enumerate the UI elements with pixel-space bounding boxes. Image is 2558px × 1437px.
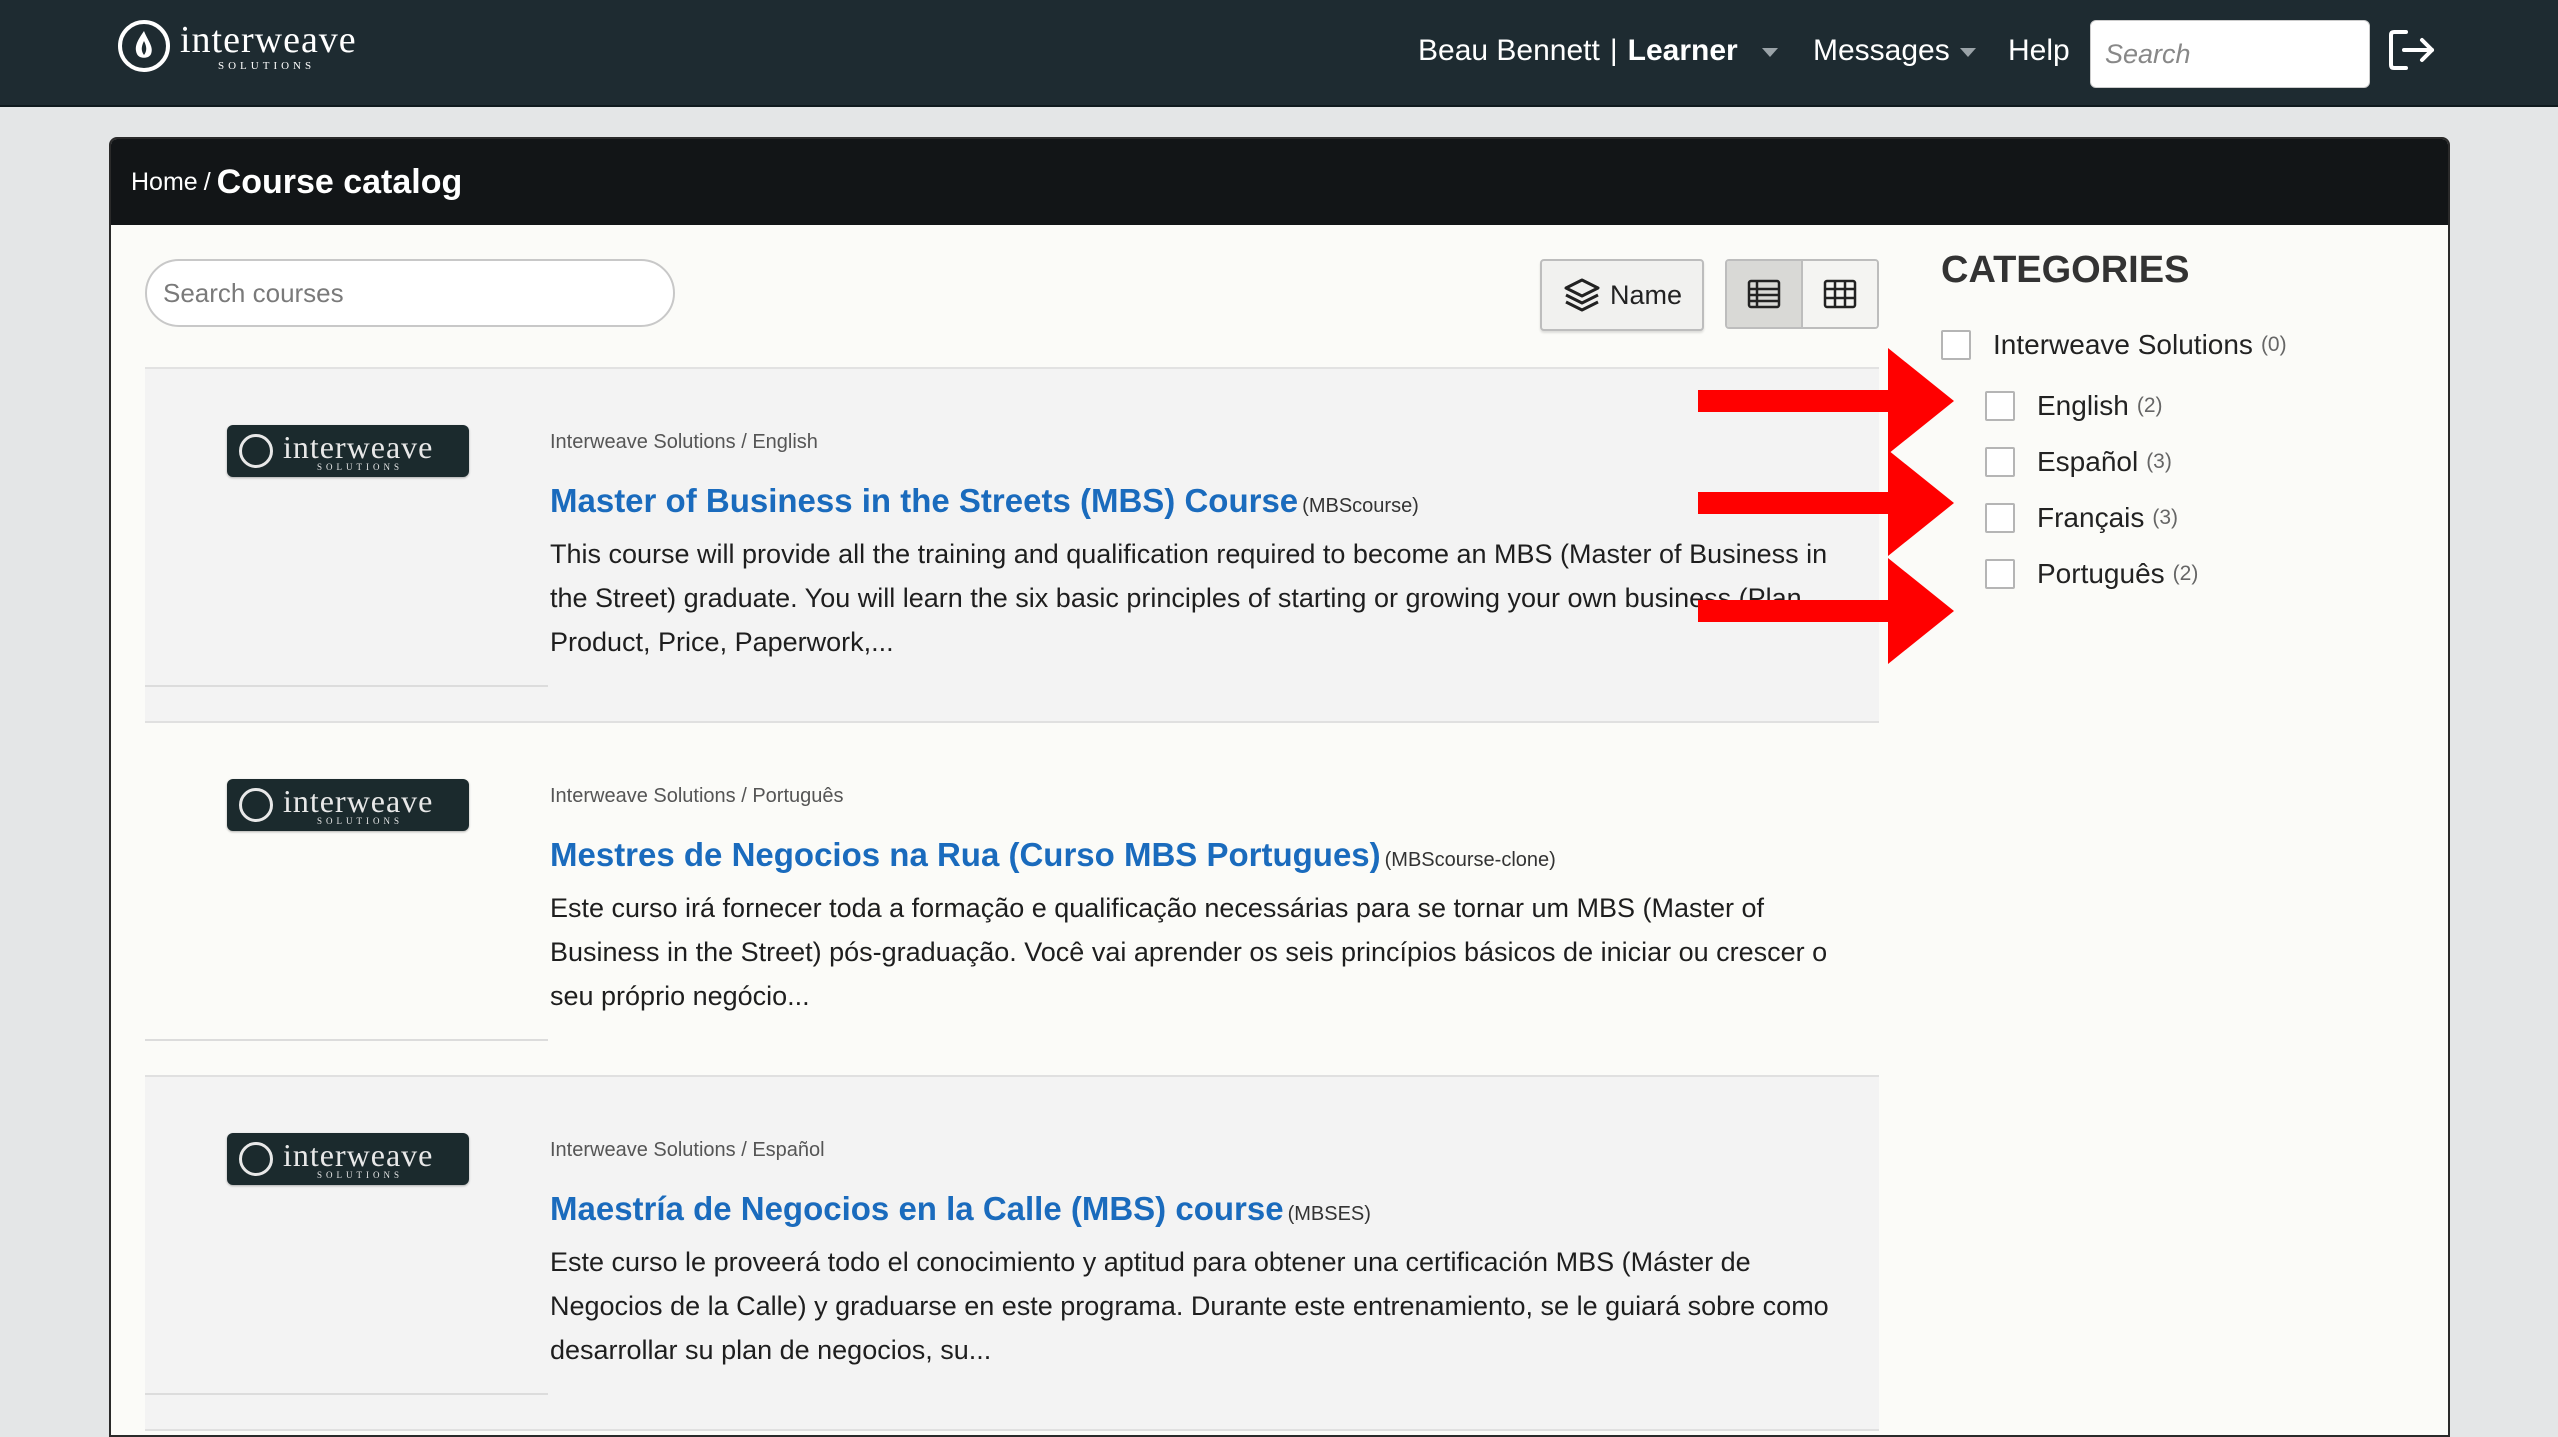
course-category: Interweave Solutions / Português	[550, 785, 844, 807]
course-category: Interweave Solutions / Español	[550, 1139, 825, 1161]
course-thumbnail[interactable]: interweave SOLUTIONS	[227, 779, 469, 831]
course-category: Interweave Solutions / English	[550, 431, 818, 453]
arrow-annotation-icon	[1698, 348, 1954, 454]
course-title-link[interactable]: Mestres de Negocios na Rua (Curso MBS Po…	[550, 836, 1381, 873]
category-count: (2)	[2172, 562, 2199, 585]
category-count: (3)	[2152, 506, 2179, 529]
caret-down-icon	[1959, 47, 1976, 57]
course-thumbnail[interactable]: interweave SOLUTIONS	[227, 425, 469, 477]
course-code: (MBSES)	[1287, 1203, 1371, 1225]
logo-wordmark: interweave	[180, 18, 357, 61]
list-view-button[interactable]	[1727, 261, 1803, 327]
logo-icon	[239, 788, 273, 822]
category-filter-english[interactable]: English (2)	[1985, 390, 2163, 422]
top-navbar: interweave SOLUTIONS Beau Bennett | Lear…	[0, 0, 2558, 107]
catalog-panel: Home / Course catalog Name	[109, 137, 2450, 1437]
category-filter-espanol[interactable]: Español (3)	[1985, 446, 2172, 478]
layers-icon	[1564, 278, 1600, 312]
course-row[interactable]: interweave SOLUTIONS Interweave Solution…	[145, 369, 1879, 723]
checkbox-icon[interactable]	[1985, 559, 2015, 589]
logout-icon[interactable]	[2388, 28, 2438, 72]
category-label: Interweave Solutions	[1993, 329, 2253, 360]
app-logo[interactable]: interweave SOLUTIONS	[118, 20, 357, 72]
help-link[interactable]: Help	[2008, 26, 2070, 76]
category-filter-portugues[interactable]: Português (2)	[1985, 558, 2198, 590]
help-label: Help	[2008, 34, 2070, 67]
messages-label: Messages	[1813, 34, 1950, 67]
breadcrumb-home-link[interactable]: Home	[131, 168, 198, 197]
category-label: Español	[2037, 446, 2139, 477]
checkbox-icon[interactable]	[1985, 391, 2015, 421]
global-search-input[interactable]	[2090, 20, 2370, 88]
logo-tagline: SOLUTIONS	[218, 59, 316, 72]
course-code: (MBScourse)	[1302, 495, 1419, 517]
logo-icon	[239, 434, 273, 468]
page-title: Course catalog	[216, 162, 463, 201]
categories-heading: CATEGORIES	[1941, 249, 2190, 291]
category-filter-interweave-solutions[interactable]: Interweave Solutions (0)	[1941, 329, 2287, 361]
course-row[interactable]: interweave SOLUTIONS Interweave Solution…	[145, 1077, 1879, 1431]
category-label: Français	[2037, 502, 2145, 533]
course-thumbnail[interactable]: interweave SOLUTIONS	[227, 1133, 469, 1185]
view-toggle	[1725, 259, 1879, 329]
sort-label: Name	[1609, 279, 1683, 310]
course-search-input[interactable]	[145, 259, 675, 327]
user-role-separator: |	[1609, 34, 1618, 67]
category-count: (3)	[2146, 450, 2172, 473]
user-name: Beau Bennett	[1418, 34, 1600, 67]
caret-down-icon	[1761, 47, 1778, 57]
logo-icon	[239, 1142, 273, 1176]
thumbnail-wordmark: interweave	[283, 1136, 434, 1173]
sort-by-name-button[interactable]: Name	[1540, 259, 1704, 331]
categories-sidebar: CATEGORIES Interweave Solutions (0) Engl…	[1941, 249, 2421, 589]
user-role: Learner	[1627, 34, 1738, 67]
course-description: This course will provide all the trainin…	[550, 539, 1828, 657]
list-view-icon	[1747, 279, 1781, 309]
category-label: Português	[2037, 558, 2165, 589]
checkbox-icon[interactable]	[1985, 447, 2015, 477]
category-filter-francais[interactable]: Français (3)	[1985, 502, 2178, 534]
user-menu[interactable]: Beau Bennett | Learner	[1418, 26, 1778, 76]
breadcrumb-separator: /	[203, 167, 211, 196]
arrow-annotation-icon	[1698, 558, 1954, 664]
course-row[interactable]: interweave SOLUTIONS Interweave Solution…	[145, 723, 1879, 1077]
course-description: Este curso le proveerá todo el conocimie…	[550, 1247, 1829, 1365]
course-description: Este curso irá fornecer toda a formação …	[550, 893, 1828, 1011]
course-list: interweave SOLUTIONS Interweave Solution…	[145, 367, 1879, 1431]
category-count: (2)	[2136, 394, 2163, 417]
messages-menu[interactable]: Messages	[1813, 26, 1976, 76]
grid-view-button[interactable]	[1803, 261, 1877, 327]
grid-view-icon	[1823, 279, 1857, 309]
thumbnail-wordmark: interweave	[283, 782, 434, 819]
arrow-annotation-icon	[1698, 450, 1954, 556]
breadcrumb: Home / Course catalog	[111, 139, 2448, 225]
category-count: (0)	[2260, 333, 2287, 356]
course-title-link[interactable]: Master of Business in the Streets (MBS) …	[550, 482, 1298, 519]
course-code: (MBScourse-clone)	[1384, 849, 1556, 871]
course-title-link[interactable]: Maestría de Negocios en la Calle (MBS) c…	[550, 1190, 1284, 1227]
checkbox-icon[interactable]	[1985, 503, 2015, 533]
logo-icon	[118, 20, 170, 72]
category-label: English	[2037, 390, 2129, 421]
thumbnail-wordmark: interweave	[283, 428, 434, 465]
